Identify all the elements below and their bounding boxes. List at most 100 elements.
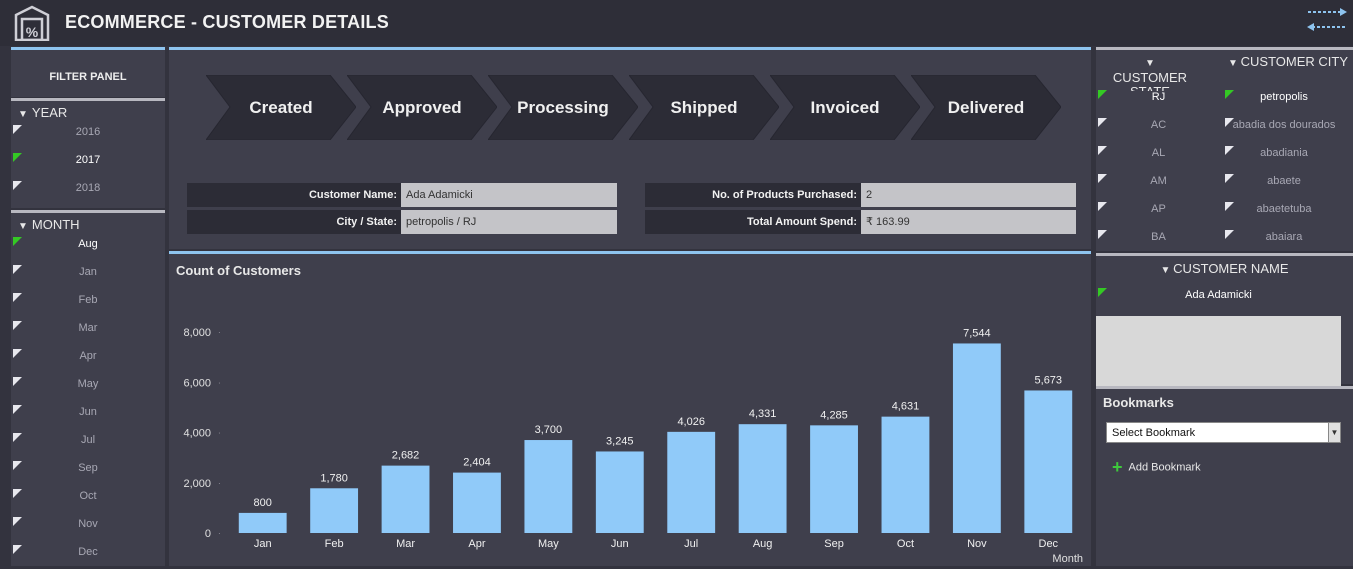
- state-item-ac[interactable]: AC: [1096, 116, 1221, 136]
- bar-feb: [310, 488, 359, 533]
- customer-name-item[interactable]: Ada Adamicki: [1096, 286, 1341, 306]
- bar-sep: [810, 425, 858, 533]
- data-label: 4,631: [892, 401, 920, 413]
- state-item-am[interactable]: AM: [1096, 172, 1221, 192]
- data-label: 1,780: [320, 472, 348, 484]
- x-tick-label: Sep: [824, 538, 844, 550]
- bookmarks-panel: Bookmarks Select Bookmark ▼ + Add Bookmar…: [1096, 386, 1353, 566]
- bar-jul: [667, 431, 716, 533]
- bookmark-select[interactable]: Select Bookmark ▼: [1106, 422, 1341, 443]
- chart-canvas: 0 · 2,000 · 4,000 · 6,000 · 8,000 · 800 Jan 1,780 Feb…: [183, 327, 1083, 565]
- products-purchased-value: 2: [861, 183, 1076, 207]
- y-tick-label: 6,000: [183, 377, 211, 389]
- customer-count-chart: 0 · 2,000 · 4,000 · 6,000 · 8,000 · 800 Jan 1,780 Feb…: [169, 251, 1091, 566]
- customer-name-label: Customer Name:: [187, 183, 401, 207]
- page-title: ECOMMERCE - CUSTOMER DETAILS: [65, 12, 389, 32]
- filter-panel-title: FILTER PANEL: [49, 71, 127, 83]
- x-tick-label: Jan: [254, 538, 272, 550]
- year-item-2018[interactable]: 2018: [11, 179, 165, 199]
- x-tick-label: May: [538, 538, 559, 550]
- data-label: 800: [254, 497, 272, 509]
- x-tick-label: Jul: [684, 538, 698, 550]
- process-step-label: Shipped: [670, 98, 738, 117]
- chevron-down-icon[interactable]: ▼: [1328, 423, 1340, 442]
- city-state-value: petropolis / RJ: [401, 210, 617, 234]
- bar-nov: [952, 343, 1001, 533]
- process-step-invoiced: Invoiced: [770, 75, 920, 140]
- city-item-3[interactable]: abaete: [1223, 172, 1345, 192]
- y-tick-mark: ·: [218, 529, 221, 538]
- x-tick-label: Dec: [1039, 538, 1059, 550]
- city-item-0[interactable]: petropolis: [1223, 88, 1345, 108]
- total-amount-label: Total Amount Spend:: [645, 210, 861, 234]
- order-process-panel: Created Approved Processing Shipped Invoiced…: [169, 47, 1091, 249]
- filter-panel: FILTER PANEL: [11, 47, 165, 97]
- bar-dec: [1024, 390, 1073, 533]
- data-label: 4,285: [820, 409, 848, 421]
- y-tick-mark: ·: [218, 378, 221, 387]
- year-item-2016[interactable]: 2016: [11, 123, 165, 143]
- month-item-mar[interactable]: Mar: [11, 319, 165, 339]
- bar-oct: [881, 416, 930, 533]
- x-tick-label: Jun: [611, 538, 629, 550]
- state-item-al[interactable]: AL: [1096, 144, 1221, 164]
- year-slicer: ▼ YEAR 2016 2017 2018: [11, 98, 165, 208]
- data-label: 3,700: [535, 424, 563, 436]
- process-step-processing: Processing: [488, 75, 638, 140]
- month-item-jan[interactable]: Jan: [11, 263, 165, 283]
- customer-name-slicer: ▼ CUSTOMER NAME Ada Adamicki: [1096, 253, 1353, 386]
- state-city-slicers: ▼CUSTOMER STATE ▼ CUSTOMER CITY RJ AC AL AM…: [1096, 47, 1353, 251]
- data-label: 4,331: [749, 408, 777, 420]
- month-item-sep[interactable]: Sep: [11, 459, 165, 479]
- year-item-2017[interactable]: 2017: [11, 151, 165, 171]
- month-item-apr[interactable]: Apr: [11, 347, 165, 367]
- process-step-label: Created: [249, 98, 313, 117]
- process-step-shipped: Shipped: [629, 75, 779, 140]
- customer-name-header: ▼ CUSTOMER NAME: [1160, 261, 1289, 277]
- month-item-dec[interactable]: Dec: [11, 543, 165, 563]
- y-tick-label: 2,000: [183, 478, 211, 490]
- data-label: 4,026: [677, 416, 705, 428]
- data-label: 5,673: [1035, 374, 1063, 386]
- city-item-5[interactable]: abaiara: [1223, 228, 1345, 248]
- process-step-delivered: Delivered: [911, 75, 1061, 140]
- month-item-jul[interactable]: Jul: [11, 431, 165, 451]
- city-item-2[interactable]: abadiania: [1223, 144, 1345, 164]
- year-slicer-header: ▼ YEAR: [18, 105, 68, 120]
- state-item-ap[interactable]: AP: [1096, 200, 1221, 220]
- x-tick-label: Mar: [396, 538, 415, 550]
- month-item-aug[interactable]: Aug: [11, 235, 165, 255]
- state-item-ba[interactable]: BA: [1096, 228, 1221, 248]
- month-item-oct[interactable]: Oct: [11, 487, 165, 507]
- month-item-may[interactable]: May: [11, 375, 165, 395]
- bar-jan: [238, 512, 287, 533]
- month-item-jun[interactable]: Jun: [11, 403, 165, 423]
- header-bar: % ECOMMERCE - CUSTOMER DETAILS: [0, 0, 1353, 46]
- bar-aug: [738, 424, 787, 533]
- city-item-1[interactable]: abadia dos dourados: [1223, 116, 1345, 136]
- month-item-nov[interactable]: Nov: [11, 515, 165, 535]
- products-purchased-label: No. of Products Purchased:: [645, 183, 861, 207]
- city-item-4[interactable]: abaetetuba: [1223, 200, 1345, 220]
- swap-arrows-icon[interactable]: [1306, 6, 1348, 34]
- x-tick-label: Feb: [325, 538, 344, 550]
- y-tick-label: 0: [205, 528, 211, 540]
- add-bookmark-button[interactable]: + Add Bookmark: [1112, 457, 1201, 478]
- process-step-label: Invoiced: [810, 98, 880, 117]
- plus-icon: +: [1112, 457, 1123, 477]
- svg-text:%: %: [26, 24, 39, 40]
- data-label: 7,544: [963, 327, 991, 339]
- y-tick-label: 4,000: [183, 428, 211, 440]
- month-slicer: ▼ MONTH Aug Jan Feb Mar Apr May Jun Jul Sep Oct Nov…: [11, 210, 165, 566]
- month-slicer-header: ▼ MONTH: [18, 217, 80, 232]
- state-item-rj[interactable]: RJ: [1096, 88, 1221, 108]
- month-item-feb[interactable]: Feb: [11, 291, 165, 311]
- customer-name-list-empty: [1096, 316, 1341, 386]
- customer-name-value: Ada Adamicki: [401, 183, 617, 207]
- x-tick-label: Apr: [468, 538, 485, 550]
- process-step-label: Delivered: [947, 98, 1025, 117]
- process-step-label: Processing: [517, 98, 609, 117]
- city-state-label: City / State:: [187, 210, 401, 234]
- x-axis-label: Month: [1052, 553, 1083, 565]
- x-tick-label: Oct: [897, 538, 914, 550]
